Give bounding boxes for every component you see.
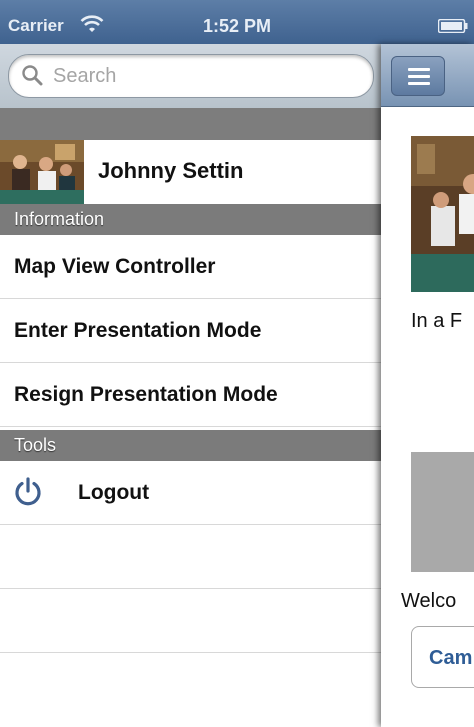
menu-item-enter-presentation-mode[interactable]: Enter Presentation Mode (0, 299, 381, 363)
welcome-text: Welco (401, 590, 457, 612)
search-icon (22, 65, 43, 86)
clock: 1:52 PM (202, 16, 272, 36)
status-bar: Carrier 1:52 PM (0, 0, 474, 44)
camera-button[interactable]: Cam (411, 626, 474, 688)
profile-name: Johnny Settin (98, 158, 244, 183)
power-icon (15, 477, 41, 506)
menu-item-label: Resign Presentation Mode (14, 383, 278, 406)
menu-item-resign-presentation-mode[interactable]: Resign Presentation Mode (0, 363, 381, 427)
battery-icon (438, 19, 468, 33)
hamburger-icon[interactable] (391, 56, 445, 96)
menu-item-label: Logout (78, 481, 150, 504)
menu-spacer (0, 108, 381, 140)
navigation-bar (381, 44, 474, 107)
section-header-tools: Tools (0, 430, 381, 461)
section-header-information: Information (0, 204, 381, 235)
empty-row (0, 653, 381, 717)
side-menu: Johnny Settin Information Map View Contr… (0, 44, 381, 727)
profile-row[interactable]: Johnny Settin (0, 140, 381, 205)
search-bar (0, 44, 381, 108)
search-input[interactable] (51, 61, 355, 91)
content-photo (411, 136, 474, 292)
content-text: In a F (411, 310, 463, 332)
placeholder-box (411, 452, 474, 572)
menu-item-label: Enter Presentation Mode (14, 319, 262, 342)
empty-row (0, 525, 381, 589)
avatar (0, 140, 84, 204)
empty-row (0, 589, 381, 653)
search-field[interactable] (8, 54, 374, 98)
content-panel[interactable]: In a F Welco Cam (381, 44, 474, 727)
menu-item-logout[interactable]: Logout (0, 461, 381, 525)
menu-item-label: Map View Controller (14, 255, 216, 278)
menu-item-map-view-controller[interactable]: Map View Controller (0, 235, 381, 299)
